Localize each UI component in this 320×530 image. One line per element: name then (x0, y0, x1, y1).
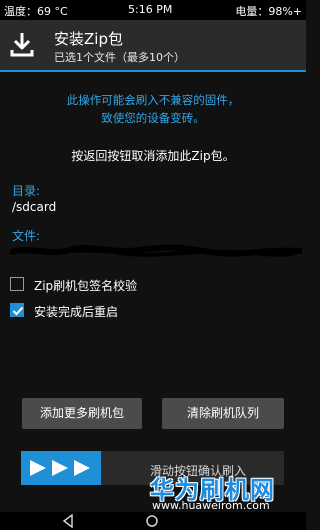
directory-value: /sdcard (12, 200, 57, 214)
checkbox-checked-icon[interactable] (10, 303, 24, 317)
triple-arrow-icon (30, 460, 90, 476)
file-label: 文件: (12, 229, 41, 243)
option-label: 安装完成后重启 (34, 305, 119, 319)
add-more-zips-button[interactable]: 添加更多刷机包 (22, 398, 142, 429)
directory-label: 目录: (12, 184, 41, 198)
option-signature-verify[interactable]: Zip刷机包签名校验 (10, 276, 300, 294)
option-label: Zip刷机包签名校验 (34, 279, 138, 293)
checkbox-unchecked-icon[interactable] (10, 277, 24, 291)
page-subtitle: 已选1个文件（最多10个） (54, 51, 185, 64)
swipe-handle[interactable] (21, 451, 101, 485)
clear-zip-queue-button[interactable]: 清除刷机队列 (162, 398, 284, 429)
page-title: 安装Zip包 (54, 30, 123, 48)
battery-readout: 电量：98%+ (235, 5, 302, 18)
header-divider (0, 70, 306, 72)
cancel-hint: 按返回按钮取消添加此Zip包。 (71, 149, 235, 163)
page-header: 安装Zip包 已选1个文件（最多10个） (0, 20, 306, 70)
home-icon[interactable] (145, 514, 159, 528)
warning-text-line1: 此操作可能会刷入不兼容的固件， (66, 93, 240, 107)
option-reboot-after-install[interactable]: 安装完成后重启 (10, 302, 300, 320)
temperature-readout: 温度：69 °C (4, 5, 68, 18)
watermark-url: www.huaweirom.com (152, 499, 270, 512)
warning-text-line2: 致使您的设备变砖。 (101, 111, 205, 125)
back-icon[interactable] (61, 514, 75, 528)
redacted-filename (10, 244, 302, 257)
navigation-bar (0, 512, 306, 530)
status-bar: 温度：69 °C 5:16 PM 电量：98%+ (0, 0, 306, 20)
zip-install-icon (10, 33, 34, 57)
clock: 5:16 PM (128, 3, 173, 16)
